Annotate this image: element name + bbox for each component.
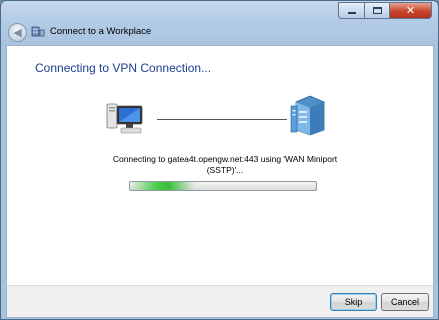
close-button[interactable]: ✕ — [389, 2, 432, 19]
skip-button[interactable]: Skip — [330, 293, 377, 311]
page-heading: Connecting to VPN Connection... — [35, 61, 212, 75]
back-arrow-icon: ◀ — [13, 27, 22, 39]
maximize-icon — [372, 7, 382, 14]
cancel-button[interactable]: Cancel — [381, 293, 429, 311]
server-icon — [290, 95, 325, 136]
button-bar: Skip Cancel — [6, 285, 434, 318]
dialog-window: ✕ ◀ Connect to a Workplace Connecting to… — [0, 0, 439, 320]
progress-indicator — [130, 182, 196, 190]
status-text: Connecting to gatea4t.opengw.net:443 usi… — [112, 154, 338, 175]
progress-bar — [129, 181, 317, 191]
back-button[interactable]: ◀ — [8, 23, 27, 42]
connection-line — [157, 119, 287, 120]
window-title: Connect to a Workplace — [50, 26, 152, 37]
title-bar: ✕ ◀ Connect to a Workplace — [1, 1, 438, 45]
minimize-icon — [347, 12, 356, 14]
minimize-button[interactable] — [338, 2, 364, 19]
maximize-button[interactable] — [364, 2, 389, 19]
content-panel: Connecting to VPN Connection... Connecti… — [6, 45, 434, 285]
network-workplace-icon — [31, 26, 45, 37]
close-icon: ✕ — [405, 5, 416, 17]
computer-icon — [106, 103, 143, 134]
window-controls: ✕ — [338, 2, 432, 19]
